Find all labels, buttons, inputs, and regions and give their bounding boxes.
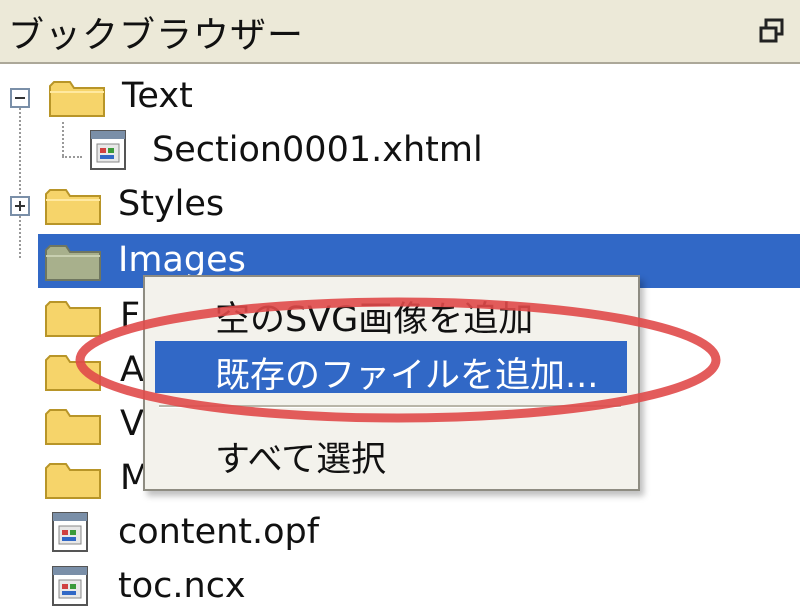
menu-separator [159, 405, 621, 408]
tree-item-label: F [120, 296, 141, 336]
folder-icon [45, 189, 101, 225]
folder-icon [49, 81, 105, 117]
ncx-file-icon [52, 566, 88, 606]
restore-window-icon[interactable] [758, 18, 786, 44]
tree-item-label: Images [118, 240, 246, 280]
folder-icon [45, 245, 101, 281]
tree-item-section0001[interactable]: Section0001.xhtml [0, 124, 800, 178]
menu-item-add-empty-svg[interactable]: 空のSVG画像を追加 [155, 285, 627, 340]
menu-item-add-existing-files[interactable]: 既存のファイルを追加... [155, 341, 627, 396]
menu-item-label: 既存のファイルを追加... [215, 356, 599, 396]
tree-item-content-opf[interactable]: content.opf [0, 506, 800, 560]
menu-item-label: 空のSVG画像を追加 [215, 300, 534, 340]
menu-item-select-all[interactable]: すべて選択 [155, 425, 627, 480]
tree-item-text[interactable]: Text [0, 70, 800, 124]
folder-icon [45, 409, 101, 445]
tree-item-label: content.opf [118, 512, 320, 552]
folder-icon [45, 301, 101, 337]
expand-icon[interactable] [10, 196, 30, 216]
tree-item-label: V [120, 404, 144, 444]
folder-icon [45, 355, 101, 391]
panel-titlebar: ブックブラウザー [0, 0, 800, 64]
tree-item-label: Text [122, 76, 193, 116]
tree-item-label: A [120, 350, 144, 390]
folder-icon [45, 463, 101, 499]
collapse-icon[interactable] [10, 88, 30, 108]
tree-item-label: Section0001.xhtml [152, 130, 483, 170]
tree-item-label: toc.ncx [118, 566, 246, 606]
menu-item-label: すべて選択 [215, 440, 387, 480]
tree-item-label: Styles [118, 184, 225, 224]
tree-item-toc-ncx[interactable]: toc.ncx [0, 560, 800, 614]
xhtml-file-icon [90, 130, 126, 170]
context-menu: 空のSVG画像を追加 既存のファイルを追加... すべて選択 [143, 275, 640, 491]
panel-title: ブックブラウザー [8, 15, 305, 56]
tree-item-styles[interactable]: Styles [0, 178, 800, 232]
opf-file-icon [52, 512, 88, 552]
